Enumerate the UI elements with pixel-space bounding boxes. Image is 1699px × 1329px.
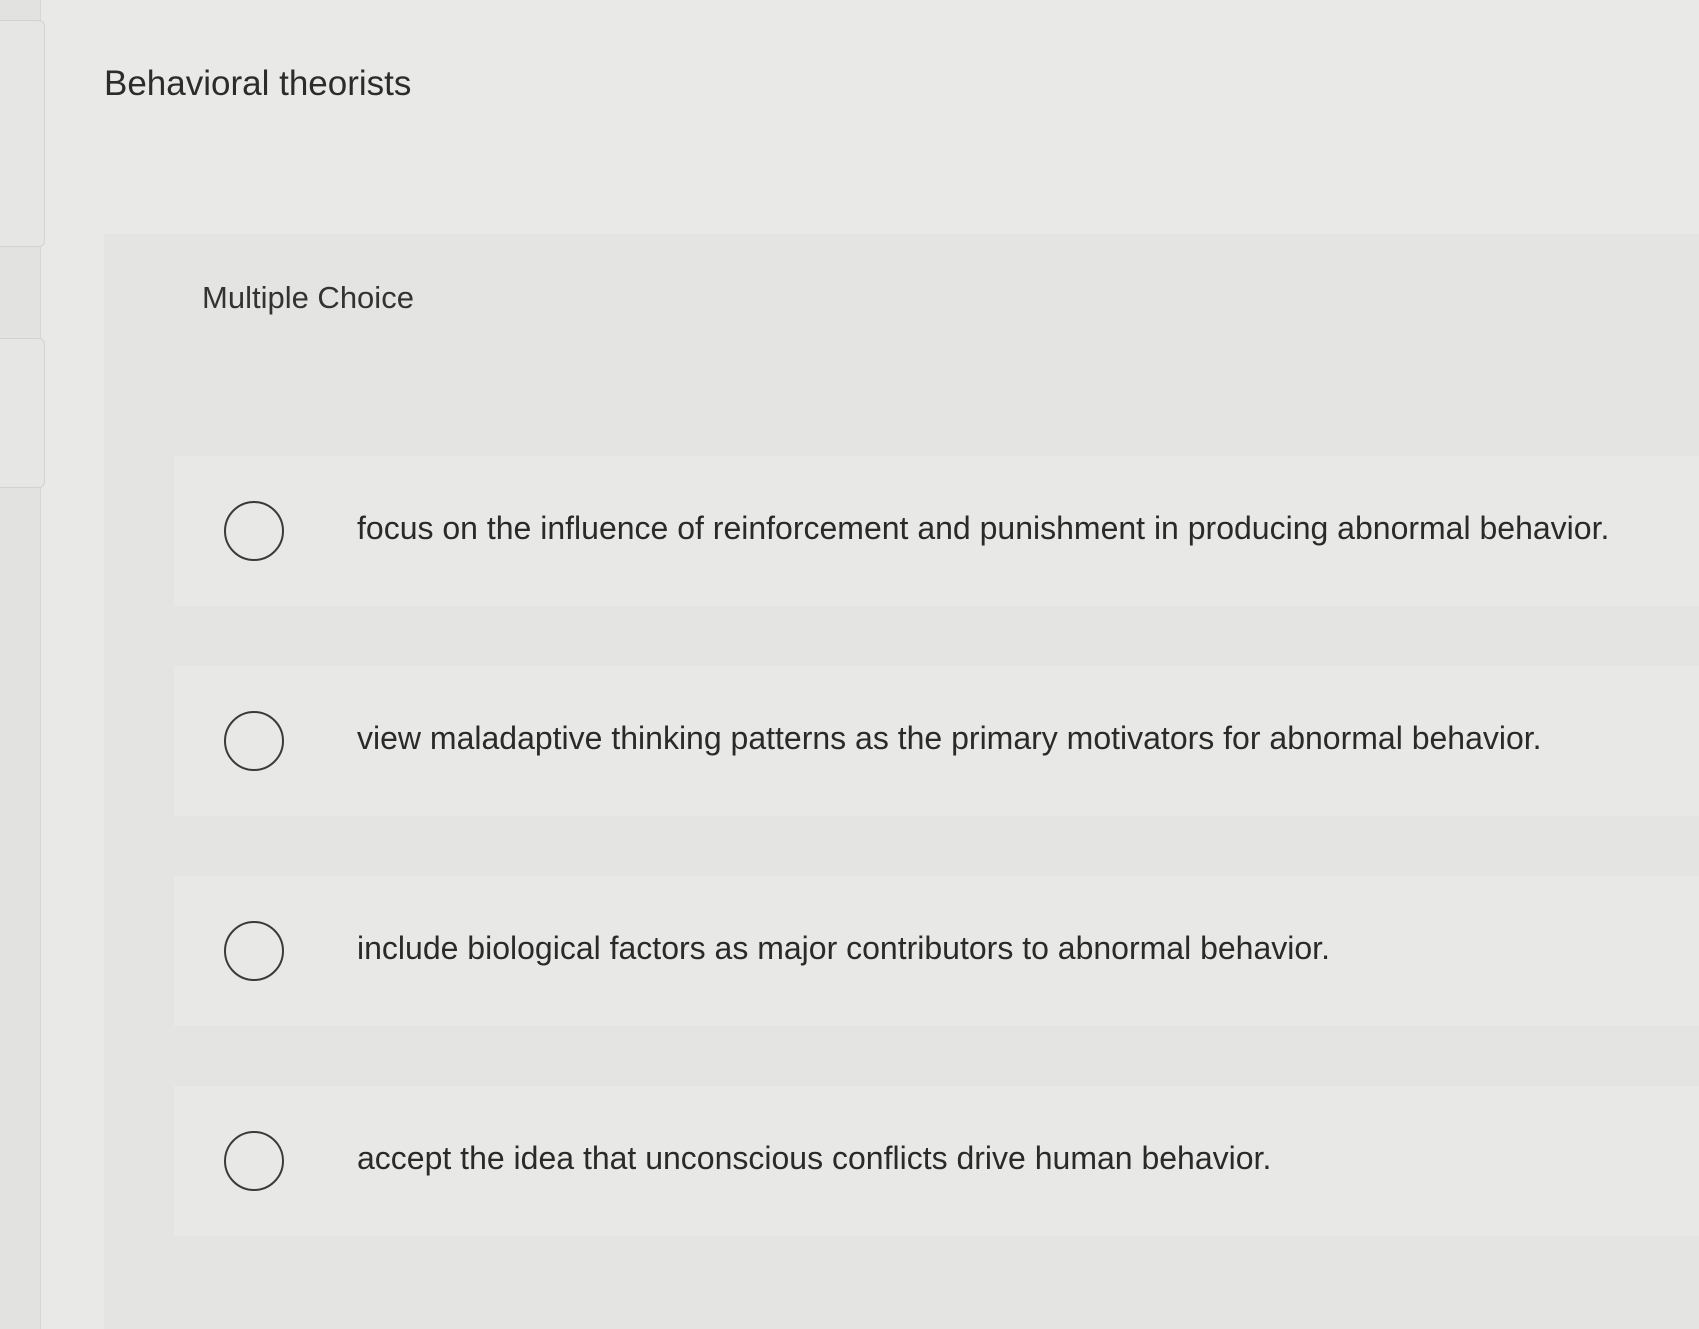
question-type-label: Multiple Choice [202,280,414,315]
choice-option-1[interactable]: focus on the influence of reinforcement … [174,456,1699,606]
choice-option-4[interactable]: accept the idea that unconscious conflic… [174,1086,1699,1236]
radio-unselected-icon[interactable] [224,921,284,981]
radio-unselected-icon[interactable] [224,711,284,771]
choice-option-3[interactable]: include biological factors as major cont… [174,876,1699,1026]
question-prompt: Behavioral theorists [104,64,412,103]
question-panel: Multiple Choice focus on the influence o… [104,234,1699,1329]
choice-label[interactable]: view maladaptive thinking patterns as th… [357,720,1542,757]
choice-label[interactable]: accept the idea that unconscious conflic… [357,1140,1271,1177]
choice-label[interactable]: focus on the influence of reinforcement … [357,510,1609,547]
choice-option-2[interactable]: view maladaptive thinking patterns as th… [174,666,1699,816]
choice-label[interactable]: include biological factors as major cont… [357,930,1330,967]
side-tab-top[interactable] [0,20,45,247]
radio-unselected-icon[interactable] [224,501,284,561]
side-tab-bottom[interactable] [0,338,45,488]
radio-unselected-icon[interactable] [224,1131,284,1191]
